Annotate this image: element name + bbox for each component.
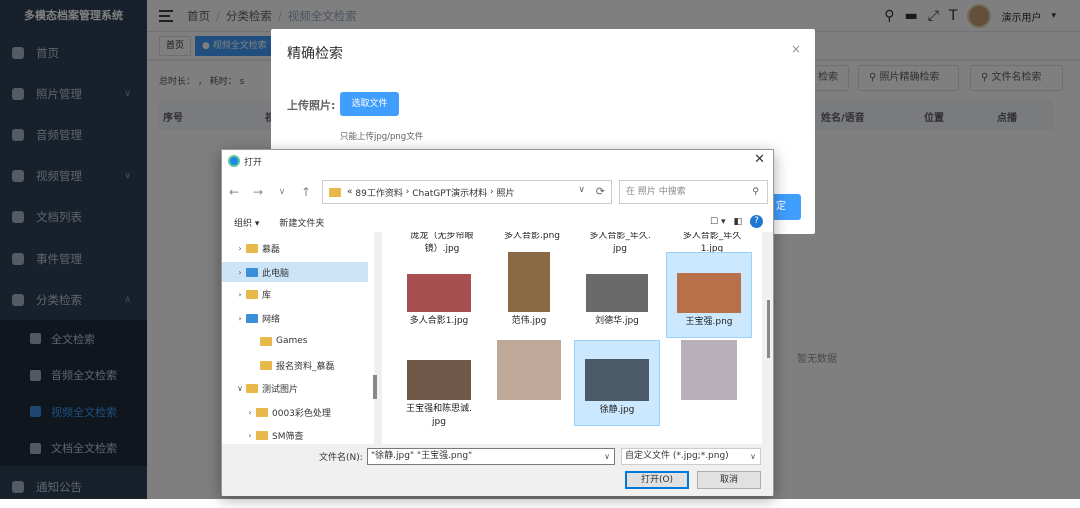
help-icon[interactable]: ? [750,215,763,228]
pick-file-button[interactable]: 选取文件 [340,92,399,116]
file-item[interactable]: 王宝强和陈思诚. jpg [396,340,482,427]
up-arrow-icon[interactable]: ↑ [294,185,318,199]
dialog-titlebar: 打开 ✕ [222,150,773,172]
filename-input[interactable]: "徐静.jpg" "王宝强.png" ∨ [367,448,615,465]
thumbnail-image [677,273,741,313]
tree-item[interactable]: › 慕磊 [222,238,368,258]
edge-browser-icon [228,155,240,167]
upload-label: 上传照片: [287,99,336,112]
tree-arrow-icon[interactable]: › [244,408,256,417]
dialog-title: 打开 [244,157,263,168]
tree-arrow-icon[interactable]: › [234,290,246,299]
thumbnail-image [407,274,471,312]
tree-item[interactable]: 报名资料_慕磊 [222,355,368,375]
command-bar: 组织 ▾ 新建文件夹 ☐ ▾ ◧ ? [222,212,773,232]
chevron-down-icon: ∨ [750,452,756,461]
file-item[interactable]: 徐静.jpg [574,340,660,426]
tree-item[interactable]: › 0003彩色处理 [222,402,368,422]
folder-tree: › 慕磊 › 此电脑 › 库 › 网络 Games 报名资料_慕磊 ∨ 测试图片 › 0003彩色处理 › S… [222,232,374,444]
folder-icon [246,289,258,299]
search-input[interactable]: 在 照片 中搜索 ⚲ [619,180,768,204]
tree-arrow-icon[interactable]: › [244,431,256,440]
back-arrow-icon[interactable]: ← [222,185,246,199]
folder-icon [256,407,268,417]
tree-arrow-icon[interactable]: › [234,268,246,277]
close-icon[interactable]: × [791,42,801,56]
refresh-icon[interactable]: ⟳ [596,185,605,198]
tree-item[interactable]: › 此电脑 [222,262,368,282]
thumbnail-image [585,359,649,401]
modal-title: 精确检索 [287,46,343,62]
chevron-down-icon[interactable]: ∨ [578,185,585,195]
folder-icon [246,243,258,253]
tree-item[interactable]: Games [222,331,368,351]
file-item[interactable]: 多人合影1.jpg [396,252,482,338]
thumbnail-image [497,340,561,400]
folder-icon [256,430,268,440]
folder-icon [260,336,272,346]
address-bar: ← → ∨ ↑ « 89工作资料 › ChatGPT演示材料 › 照片 ∨ ⟳ … [222,172,773,212]
filename-label: 文件名(N): [319,453,363,463]
upload-tip: 只能上传jpg/png文件 [340,132,424,142]
tree-item[interactable]: › SM筛查 [222,425,368,445]
folder-icon [246,383,258,393]
folder-icon [329,187,341,197]
tree-item[interactable]: › 库 [222,284,368,304]
tree-item[interactable]: ∨ 测试图片 [222,378,368,398]
search-icon: ⚲ [752,187,759,197]
preview-pane-icon[interactable]: ◧ [733,217,742,227]
open-file-dialog: 打开 ✕ ← → ∨ ↑ « 89工作资料 › ChatGPT演示材料 › 照片… [221,149,774,496]
tree-arrow-icon[interactable]: › [234,314,246,323]
thumbnail-image [586,274,648,312]
view-icon[interactable]: ☐ ▾ [710,217,725,227]
file-scrollbar[interactable] [767,300,770,358]
folder-icon [260,360,272,370]
filetype-select[interactable]: 自定义文件 (*.jpg;*.png) ∨ [621,448,761,465]
file-item[interactable]: 多人合影.png [492,232,572,243]
computer-icon [246,313,258,323]
tree-item[interactable]: › 网络 [222,308,368,328]
file-item[interactable]: 范伟.jpg [486,252,572,338]
tree-arrow-icon[interactable]: › [234,244,246,253]
forward-arrow-icon[interactable]: → [246,185,270,199]
path-breadcrumb[interactable]: « 89工作资料 › ChatGPT演示材料 › 照片 ∨ ⟳ [322,180,612,204]
chevron-down-icon: ∨ [604,452,610,461]
file-list: 庞龙（无步帘眼 镜）.jpg 多人合影.png 多人合影_年久. jpg 多人合影_年久 1… [382,232,762,444]
file-item[interactable]: 王宝强.png [666,252,752,338]
dialog-bottom: 文件名(N): "徐静.jpg" "王宝强.png" ∨ 自定义文件 (*.jpg… [222,444,773,496]
tree-scrollbar[interactable] [373,375,377,399]
thumbnail-image [407,360,471,400]
close-icon[interactable]: ✕ [754,152,765,167]
tree-arrow-icon[interactable]: ∨ [234,384,246,393]
thumbnail-image [508,252,550,312]
recent-chevron-icon[interactable]: ∨ [270,187,294,197]
thumbnail-image [681,340,737,400]
open-button[interactable]: 打开(O) [625,471,689,489]
file-item[interactable]: 刘德华.jpg [574,252,660,338]
cancel-button[interactable]: 取消 [697,471,761,489]
new-folder-button[interactable]: 新建文件夹 [279,216,324,229]
computer-icon [246,267,258,277]
file-item[interactable] [486,340,572,426]
organize-button[interactable]: 组织 ▾ [234,216,259,229]
file-item[interactable] [666,340,752,426]
